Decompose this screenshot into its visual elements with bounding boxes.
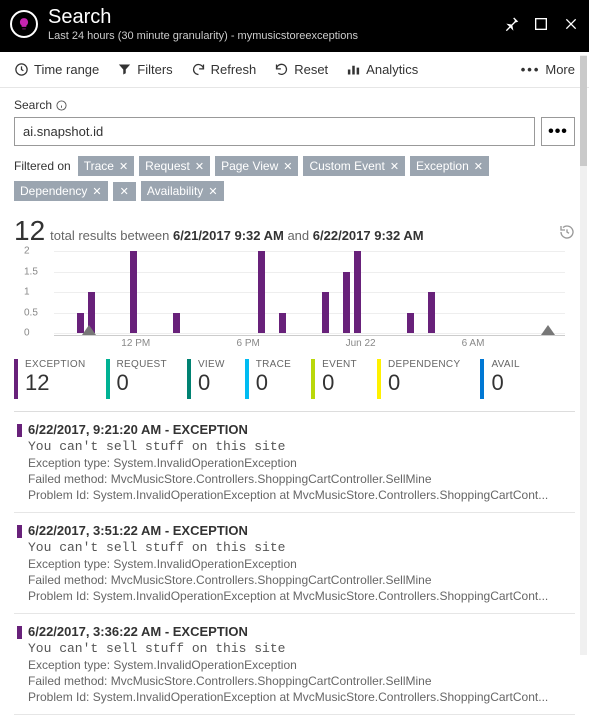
counter-event[interactable]: EVENT 0 <box>311 359 371 399</box>
type-counters: EXCEPTION 12 REQUEST 0 VIEW 0 TRACE 0 EV… <box>14 359 575 399</box>
toolbar: Time range Filters Refresh Reset Analyti… <box>0 52 589 88</box>
analytics-button[interactable]: Analytics <box>346 62 418 77</box>
refresh-label: Refresh <box>211 62 257 77</box>
result-header: 6/22/2017, 3:51:22 AM - EXCEPTION <box>28 523 575 538</box>
filters-button[interactable]: Filters <box>117 62 172 77</box>
exception-indicator <box>17 525 22 538</box>
filtered-on-label: Filtered on <box>14 159 71 173</box>
chart-bar <box>322 292 329 333</box>
chip-remove-all[interactable]: ✕ <box>113 182 136 201</box>
results-chart: 00.511.52 12 PM6 PMJun 226 AM <box>14 251 575 351</box>
chip-close-icon[interactable]: ✕ <box>283 160 292 173</box>
chart-bar <box>130 251 137 333</box>
filter-chips: Filtered on Trace✕ Request✕ Page View✕ C… <box>14 156 575 201</box>
chip-close-icon[interactable]: ✕ <box>474 160 483 173</box>
search-more-button[interactable]: ••• <box>541 117 575 146</box>
chart-bar <box>258 251 265 333</box>
chip-close-icon[interactable]: ✕ <box>390 160 399 173</box>
counter-view[interactable]: VIEW 0 <box>187 359 239 399</box>
filters-label: Filters <box>137 62 172 77</box>
counter-exception[interactable]: EXCEPTION 12 <box>14 359 100 399</box>
window-header: Search Last 24 hours (30 minute granular… <box>0 0 589 52</box>
counter-trace[interactable]: TRACE 0 <box>245 359 305 399</box>
filter-chip[interactable]: Custom Event✕ <box>303 156 405 176</box>
result-item[interactable]: 6/22/2017, 3:36:22 AM - EXCEPTION You ca… <box>14 614 575 715</box>
range-start-handle[interactable] <box>82 325 96 335</box>
filter-chip[interactable]: Availability✕ <box>141 181 224 201</box>
maximize-icon[interactable] <box>533 16 549 32</box>
result-message: You can't sell stuff on this site <box>28 641 575 656</box>
result-item[interactable]: 6/22/2017, 3:51:22 AM - EXCEPTION You ca… <box>14 513 575 614</box>
results-count: 12 <box>14 215 45 247</box>
result-message: You can't sell stuff on this site <box>28 439 575 454</box>
result-header: 6/22/2017, 3:36:22 AM - EXCEPTION <box>28 624 575 639</box>
filter-chip[interactable]: Exception✕ <box>410 156 489 176</box>
chip-close-icon[interactable]: ✕ <box>119 160 128 173</box>
chip-close-icon[interactable]: ✕ <box>208 185 217 198</box>
results-list: 6/22/2017, 9:21:20 AM - EXCEPTION You ca… <box>14 411 575 715</box>
search-input[interactable] <box>14 117 535 146</box>
info-icon <box>56 100 67 111</box>
result-message: You can't sell stuff on this site <box>28 540 575 555</box>
counter-avail[interactable]: AVAIL 0 <box>480 359 533 399</box>
content-area: Search ••• Filtered on Trace✕ Request✕ P… <box>0 88 589 725</box>
chart-bar <box>343 272 350 334</box>
counter-dependency[interactable]: DEPENDENCY 0 <box>377 359 474 399</box>
filter-chip[interactable]: Dependency✕ <box>14 181 108 201</box>
more-button[interactable]: ••• More <box>521 62 575 77</box>
counter-request[interactable]: REQUEST 0 <box>106 359 181 399</box>
chart-bar <box>428 292 435 333</box>
window-subtitle: Last 24 hours (30 minute granularity) - … <box>48 30 503 42</box>
chart-bar <box>407 313 414 334</box>
reset-label: Reset <box>294 62 328 77</box>
chart-bar <box>354 251 361 333</box>
time-range-label: Time range <box>34 62 99 77</box>
history-icon[interactable] <box>559 224 575 245</box>
exception-indicator <box>17 626 22 639</box>
range-end-handle[interactable] <box>541 325 555 335</box>
lightbulb-icon <box>10 10 38 38</box>
search-label: Search <box>14 98 52 112</box>
ellipsis-icon: ••• <box>521 62 541 77</box>
filter-chip[interactable]: Request✕ <box>139 156 210 176</box>
chart-bar <box>173 313 180 334</box>
close-icon[interactable] <box>563 16 579 32</box>
reset-button[interactable]: Reset <box>274 62 328 77</box>
time-range-button[interactable]: Time range <box>14 62 99 77</box>
pin-icon[interactable] <box>503 16 519 32</box>
result-item[interactable]: 6/22/2017, 9:21:20 AM - EXCEPTION You ca… <box>14 412 575 513</box>
chip-close-icon[interactable]: ✕ <box>195 160 204 173</box>
chart-bar <box>279 313 286 334</box>
filter-chip[interactable]: Trace✕ <box>78 156 134 176</box>
analytics-label: Analytics <box>366 62 418 77</box>
result-header: 6/22/2017, 9:21:20 AM - EXCEPTION <box>28 422 575 437</box>
more-label: More <box>545 62 575 77</box>
refresh-button[interactable]: Refresh <box>191 62 257 77</box>
chip-close-icon[interactable]: ✕ <box>92 185 101 198</box>
results-summary: 12 total results between 6/21/2017 9:32 … <box>14 215 575 247</box>
window-title: Search <box>48 6 503 28</box>
scrollbar-thumb[interactable] <box>580 56 587 166</box>
filter-chip[interactable]: Page View✕ <box>215 156 298 176</box>
exception-indicator <box>17 424 22 437</box>
